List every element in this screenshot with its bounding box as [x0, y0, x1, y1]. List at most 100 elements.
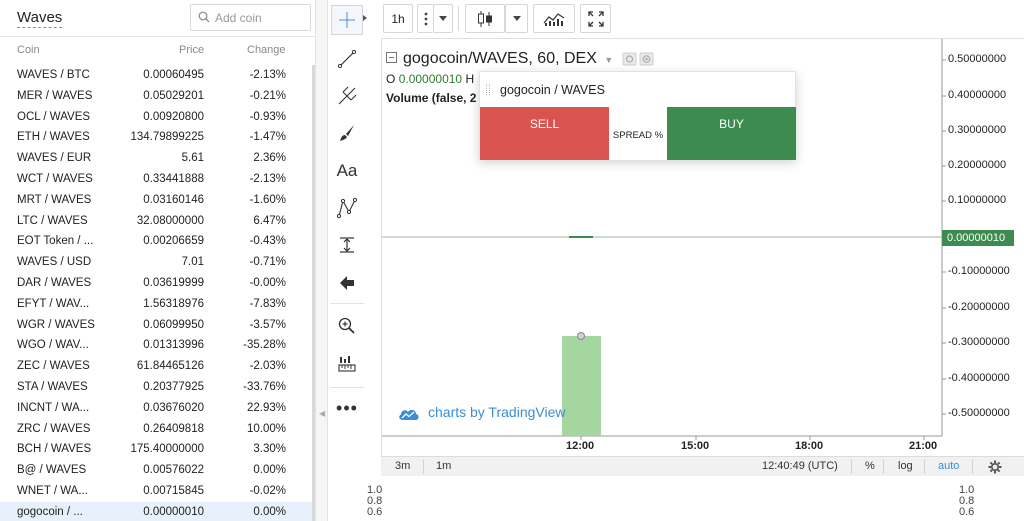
market-row[interactable]: WAVES / BTC 0.00060495 -2.13%	[0, 65, 312, 86]
market-row[interactable]: EOT Token / ... 0.00206659 -0.43%	[0, 231, 312, 252]
market-row[interactable]: DAR / WAVES 0.03619999 -0.00%	[0, 273, 312, 294]
coin-change: -0.21%	[249, 89, 286, 102]
zoom-in-tool[interactable]	[331, 311, 363, 341]
pitchfork-tool[interactable]	[331, 81, 363, 111]
market-panel: Waves Coin Price Change WAVES / BTC 0.000…	[0, 0, 316, 521]
ruler-tool[interactable]	[331, 349, 363, 379]
interval-dropdown[interactable]	[433, 4, 453, 33]
chart-type-dropdown[interactable]	[505, 4, 528, 33]
interval-menu-button[interactable]	[417, 4, 433, 33]
coin-price: 5.61	[181, 152, 204, 165]
vertical-dots-icon	[424, 12, 427, 25]
panel-resize-handle[interactable]: ◀	[316, 0, 328, 521]
pattern-icon	[336, 197, 358, 219]
volume-bar[interactable]	[562, 336, 601, 436]
toolbar-divider	[458, 6, 459, 31]
coin-change: -0.00%	[249, 276, 286, 289]
market-row[interactable]: WGO / WAV... 0.01313996 -35.28%	[0, 335, 312, 356]
buy-button[interactable]: BUY	[667, 107, 796, 160]
time-tick-label: 21:00	[909, 440, 938, 452]
column-header-price[interactable]: Price	[179, 44, 204, 56]
interval-button[interactable]: 1h	[383, 4, 413, 33]
coin-pair: MER / WAVES	[17, 89, 93, 102]
market-row[interactable]: WAVES / EUR 5.61 2.36%	[0, 148, 312, 169]
market-row[interactable]: ETH / WAVES 134.79899225 -1.47%	[0, 127, 312, 148]
sell-button[interactable]: SELL	[480, 107, 609, 160]
time-tick-label: 15:00	[681, 440, 710, 452]
utc-clock[interactable]: 12:40:49 (UTC)	[762, 460, 838, 472]
market-row[interactable]: WNET / WA... 0.00715845 -0.02%	[0, 481, 312, 502]
settings-icon[interactable]	[622, 52, 656, 66]
range-1m-button[interactable]: 1m	[436, 460, 451, 472]
bottom-divider	[851, 460, 852, 474]
coin-price: 134.79899225	[130, 131, 204, 144]
percent-scale-button[interactable]: %	[865, 460, 875, 472]
symbol-legend[interactable]: gogocoin/WAVES, 60, DEX ▼	[386, 50, 613, 68]
market-scrollbar[interactable]	[312, 65, 315, 521]
brush-tool[interactable]	[331, 118, 363, 148]
brush-icon	[340, 125, 354, 141]
watermark-text: charts by TradingView	[428, 404, 566, 420]
coin-price: 0.00920800	[143, 110, 204, 123]
secondary-axis-left: 1.0 0.8 0.6	[367, 485, 382, 518]
measure-tool[interactable]	[331, 230, 363, 260]
market-row[interactable]: INCNT / WA... 0.03676020 22.93%	[0, 398, 312, 419]
crosshair-icon	[339, 12, 355, 28]
buy-label: BUY	[719, 117, 744, 131]
crosshair-tool[interactable]	[331, 5, 363, 35]
log-scale-button[interactable]: log	[898, 460, 913, 472]
trendline-tool[interactable]	[331, 44, 363, 74]
collapse-legend-icon[interactable]	[386, 52, 397, 63]
market-row[interactable]: ZRC / WAVES 0.26409818 10.00%	[0, 419, 312, 440]
coin-price: 0.00715845	[143, 484, 204, 497]
tool-expand-arrow-icon[interactable]	[363, 15, 367, 21]
auto-scale-button[interactable]: auto	[938, 460, 959, 472]
market-row[interactable]: WCT / WAVES 0.33441888 -2.13%	[0, 169, 312, 190]
volume-marker[interactable]	[577, 332, 585, 340]
more-tools-button[interactable]: •••	[331, 393, 363, 423]
chart-type-button[interactable]	[465, 4, 505, 33]
market-row[interactable]: WGR / WAVES 0.06099950 -3.57%	[0, 315, 312, 336]
market-row[interactable]: LTC / WAVES 32.08000000 6.47%	[0, 211, 312, 232]
market-row[interactable]: EFYT / WAV... 1.56318976 -7.83%	[0, 294, 312, 315]
market-title[interactable]: Waves	[17, 9, 63, 28]
market-row[interactable]: MRT / WAVES 0.03160146 -1.60%	[0, 190, 312, 211]
column-header-change[interactable]: Change	[247, 44, 286, 56]
column-header-coin[interactable]: Coin	[17, 44, 40, 56]
pattern-tool[interactable]	[331, 193, 363, 223]
fullscreen-button[interactable]	[580, 4, 611, 33]
volume-legend[interactable]: Volume (false, 2	[386, 91, 476, 105]
market-row[interactable]: WAVES / USD 7.01 -0.71%	[0, 252, 312, 273]
market-row[interactable]: gogocoin / ... 0.00000010 0.00%	[0, 501, 312, 521]
tradingview-watermark[interactable]: charts by TradingView	[398, 404, 565, 421]
market-row[interactable]: STA / WAVES 0.20377925 -33.76%	[0, 377, 312, 398]
coin-change: -3.57%	[249, 318, 286, 331]
add-coin-search[interactable]	[190, 4, 311, 31]
remove-drawings-tool[interactable]	[331, 268, 363, 298]
add-coin-input[interactable]	[215, 8, 307, 27]
text-tool[interactable]: Aa	[331, 156, 363, 186]
indicators-button[interactable]	[533, 4, 575, 33]
chevron-down-icon[interactable]: ▼	[604, 55, 613, 65]
collapse-arrow-icon[interactable]: ◀	[319, 409, 325, 418]
drag-handle-icon[interactable]	[486, 84, 490, 95]
chevron-down-icon	[512, 16, 521, 21]
market-row[interactable]: BCH / WAVES 175.40000000 3.30%	[0, 439, 312, 460]
price-tick-label: 0.30000000	[948, 124, 1007, 136]
coin-change: -35.28%	[243, 339, 286, 352]
coin-change: 2.36%	[253, 152, 286, 165]
fullscreen-icon	[587, 10, 604, 27]
market-row[interactable]: MER / WAVES 0.05029201 -0.21%	[0, 86, 312, 107]
coin-price: 7.01	[181, 256, 204, 269]
secondary-axis-right: 1.0 0.8 0.6	[959, 485, 974, 518]
spread-display: SPREAD %	[609, 107, 667, 160]
gear-icon[interactable]	[988, 460, 1002, 474]
market-row[interactable]: B@ / WAVES 0.00576022 0.00%	[0, 460, 312, 481]
time-tick-label: 18:00	[795, 440, 824, 452]
range-3m-button[interactable]: 3m	[395, 460, 410, 472]
market-row[interactable]: ZEC / WAVES 61.84465126 -2.03%	[0, 356, 312, 377]
coin-pair: WGO / WAV...	[17, 339, 89, 352]
chart-bottom-bar: 3m 1m 12:40:49 (UTC) % log auto	[381, 456, 1024, 476]
price-tick-label: 0.10000000	[948, 194, 1007, 206]
market-row[interactable]: OCL / WAVES 0.00920800 -0.93%	[0, 107, 312, 128]
